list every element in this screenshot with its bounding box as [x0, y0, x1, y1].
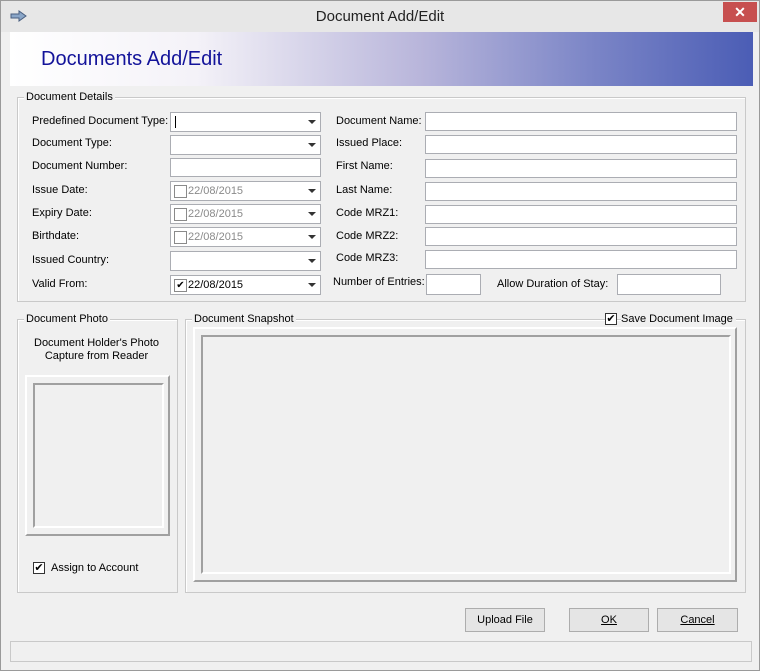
chevron-down-icon[interactable] [304, 228, 320, 246]
birthdate-checkbox[interactable] [174, 231, 187, 244]
last-name-field[interactable] [425, 182, 737, 201]
page-title: Documents Add/Edit [41, 48, 223, 70]
issued-place-label: Issued Place: [336, 137, 403, 149]
save-image-checkbox[interactable]: ✔ [605, 313, 617, 325]
birthdate-picker[interactable]: 22/08/2015 [170, 227, 321, 247]
issued-place-field[interactable] [425, 135, 737, 154]
header-banner: Documents Add/Edit [10, 32, 753, 86]
cancel-button[interactable]: Cancel [657, 608, 738, 632]
chevron-down-icon[interactable] [304, 136, 320, 154]
photo-frame [25, 375, 170, 536]
group-label: Document Details [24, 91, 115, 103]
doc-type-label: Document Type: [32, 137, 112, 149]
doc-name-label: Document Name: [336, 115, 422, 127]
expiry-date-value: 22/08/2015 [188, 208, 244, 220]
chevron-down-icon[interactable] [304, 113, 320, 131]
close-button[interactable]: ✕ [723, 2, 757, 22]
chevron-down-icon[interactable] [304, 205, 320, 223]
entries-field[interactable] [426, 274, 481, 295]
doc-number-field[interactable] [170, 158, 321, 177]
issued-country-select[interactable] [170, 251, 321, 271]
ok-button[interactable]: OK [569, 608, 649, 632]
doc-number-label: Document Number: [32, 160, 128, 172]
save-image-label: Save Document Image [621, 313, 736, 325]
doc-type-select[interactable] [170, 135, 321, 155]
issue-date-value: 22/08/2015 [188, 185, 244, 197]
expiry-date-label: Expiry Date: [32, 207, 92, 219]
issue-date-checkbox[interactable] [174, 185, 187, 198]
expiry-date-checkbox[interactable] [174, 208, 187, 221]
dialog-window: Document Add/Edit ✕ Documents Add/Edit D… [0, 0, 760, 671]
valid-from-picker[interactable]: ✔ 22/08/2015 [170, 275, 321, 295]
birthdate-value: 22/08/2015 [188, 231, 244, 243]
mrz3-label: Code MRZ3: [336, 252, 399, 264]
photo-image [33, 383, 164, 528]
entries-label: Number of Entries: [333, 276, 425, 288]
last-name-label: Last Name: [336, 184, 393, 196]
snapshot-frame [193, 327, 737, 582]
mrz1-label: Code MRZ1: [336, 207, 399, 219]
valid-from-label: Valid From: [32, 278, 88, 290]
mrz2-label: Code MRZ2: [336, 230, 399, 242]
text-cursor [175, 116, 176, 128]
predefined-type-label: Predefined Document Type: [32, 115, 169, 127]
window-title: Document Add/Edit [315, 8, 445, 25]
chevron-down-icon[interactable] [304, 252, 320, 270]
duration-label: Allow Duration of Stay: [497, 278, 609, 290]
assign-account-label: Assign to Account [51, 562, 139, 574]
status-bar [10, 641, 752, 662]
issued-country-label: Issued Country: [32, 254, 110, 266]
chevron-down-icon[interactable] [304, 276, 320, 294]
predefined-type-select[interactable] [170, 112, 321, 132]
group-label: Document Photo [24, 313, 110, 325]
valid-from-value: 22/08/2015 [188, 279, 244, 291]
assign-account-checkbox[interactable]: ✔ [33, 562, 45, 574]
birthdate-label: Birthdate: [32, 230, 80, 242]
photo-caption-line1: Document Holder's Photo [34, 337, 159, 349]
upload-file-button[interactable]: Upload File [465, 608, 545, 632]
issue-date-picker[interactable]: 22/08/2015 [170, 181, 321, 201]
chevron-down-icon[interactable] [304, 182, 320, 200]
mrz2-field[interactable] [425, 227, 737, 246]
issue-date-label: Issue Date: [32, 184, 88, 196]
expiry-date-picker[interactable]: 22/08/2015 [170, 204, 321, 224]
first-name-field[interactable] [425, 159, 737, 178]
mrz3-field[interactable] [425, 250, 737, 269]
mrz1-field[interactable] [425, 205, 737, 224]
photo-caption-line2: Capture from Reader [44, 350, 149, 362]
snapshot-image [201, 335, 731, 574]
title-bar[interactable]: Document Add/Edit ✕ [1, 1, 759, 32]
group-label: Document Snapshot [192, 313, 296, 325]
first-name-label: First Name: [336, 160, 393, 172]
duration-field[interactable] [617, 274, 721, 295]
doc-name-field[interactable] [425, 112, 737, 131]
valid-from-checkbox[interactable]: ✔ [174, 279, 187, 292]
